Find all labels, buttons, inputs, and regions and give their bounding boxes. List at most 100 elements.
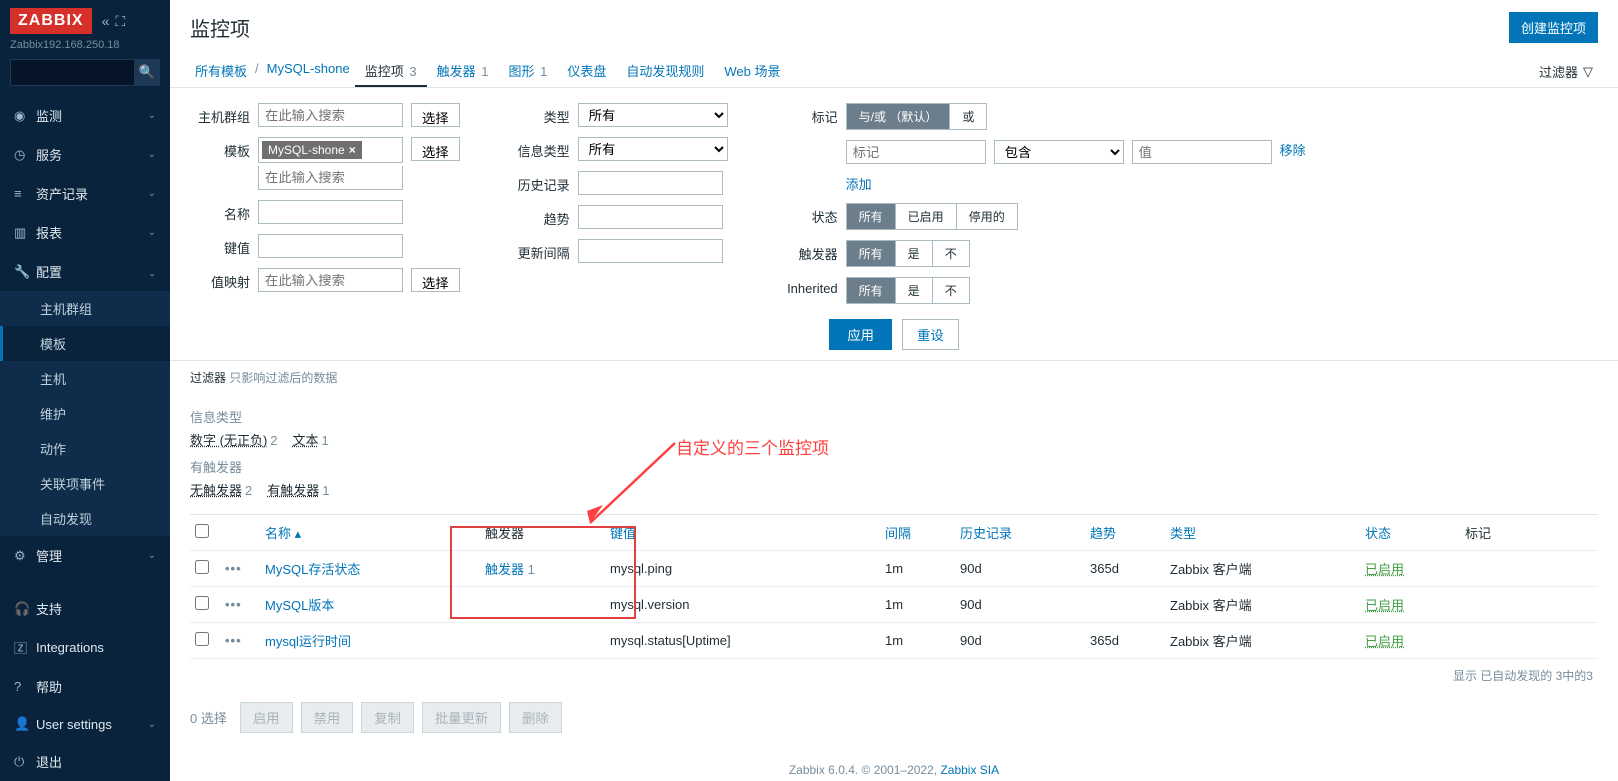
create-item-button[interactable]: 创建监控项 [1509,12,1598,43]
col-name[interactable]: 名称 ▴ [260,521,480,544]
nav-inventory[interactable]: ≡资产记录⌄ [0,174,170,213]
subfilter-infotype-title: 信息类型 [190,407,1598,426]
fullscreen-icon[interactable]: ⛶ [115,13,125,30]
subnav-actions[interactable]: 动作 [0,431,170,466]
breadcrumb-all-templates[interactable]: 所有模板 [190,56,252,87]
filter-type-select[interactable]: 所有 [578,103,728,127]
item-status[interactable]: 已启用 [1365,634,1404,649]
item-type: Zabbix 客户端 [1165,593,1360,616]
filter-history-input[interactable] [578,171,723,195]
select-template-button[interactable]: 选择 [411,137,460,161]
zabbix-footer: Zabbix 6.0.4. © 2001–2022, Zabbix SIA [170,743,1618,781]
filter-trends-input[interactable] [578,205,723,229]
subnav-hosts[interactable]: 主机 [0,361,170,396]
filter-toggle[interactable]: 过滤器 ▽ [1534,56,1598,87]
sf-has-trigger[interactable]: 有触发器 [267,483,319,498]
subnav-correlation[interactable]: 关联项事件 [0,466,170,501]
nav-admin[interactable]: ⚙管理⌄ [0,536,170,575]
filter-template-input[interactable] [258,166,403,190]
tab-discovery[interactable]: 自动发现规则 [616,56,714,87]
col-type[interactable]: 类型 [1165,521,1360,544]
bulk-copy-button[interactable]: 复制 [361,702,414,733]
state-segment[interactable]: 所有已启用停用的 [846,203,1018,230]
table-row: ••• mysql运行时间 mysql.status[Uptime] 1m 90… [190,623,1598,659]
item-history: 90d [955,631,1085,650]
col-trends[interactable]: 趋势 [1085,521,1165,544]
row-checkbox[interactable] [195,560,209,574]
select-valuemap-button[interactable]: 选择 [411,268,460,292]
reset-button[interactable]: 重设 [902,319,959,350]
breadcrumb-current[interactable]: MySQL-shone [262,56,355,87]
row-menu-icon[interactable]: ••• [225,597,242,612]
nav-support[interactable]: 🎧支持 [0,589,170,628]
filter-valuemap-input[interactable] [258,268,403,292]
select-hostgroup-button[interactable]: 选择 [411,103,460,127]
bulk-enable-button[interactable]: 启用 [240,702,293,733]
item-name-link[interactable]: MySQL版本 [265,598,334,613]
col-interval[interactable]: 间隔 [880,521,955,544]
tag-value-input[interactable] [1132,140,1272,164]
row-menu-icon[interactable]: ••• [225,633,242,648]
bulk-delete-button[interactable]: 删除 [509,702,562,733]
tab-dashboards[interactable]: 仪表盘 [557,56,616,87]
filter-name-input[interactable] [258,200,403,224]
item-status[interactable]: 已启用 [1365,562,1404,577]
apply-button[interactable]: 应用 [829,319,892,350]
filter-hostgroup-input[interactable] [258,103,403,127]
collapse-icon[interactable]: « [102,13,110,30]
item-trends [1085,603,1165,607]
filter-key-input[interactable] [258,234,403,258]
row-menu-icon[interactable]: ••• [225,561,242,576]
nav-help[interactable]: ?帮助 [0,667,170,706]
row-checkbox[interactable] [195,596,209,610]
bulk-massupdate-button[interactable]: 批量更新 [422,702,501,733]
tab-items[interactable]: 监控项 3 [355,56,427,87]
nav-service[interactable]: ◷服务⌄ [0,135,170,174]
col-status[interactable]: 状态 [1360,521,1460,544]
nav-tabs: 所有模板 / MySQL-shone 监控项 3 触发器 1 图形 1 仪表盘 … [170,51,1618,88]
filter-template-box[interactable]: MySQL-shone× [258,137,403,163]
item-name-link[interactable]: mysql运行时间 [265,634,351,649]
tab-triggers[interactable]: 触发器 1 [427,56,499,87]
inherited-segment[interactable]: 所有是不 [846,277,970,304]
tab-graphs[interactable]: 图形 1 [498,56,557,87]
zabbix-sia-link[interactable]: Zabbix SIA [940,763,999,777]
bulk-disable-button[interactable]: 禁用 [301,702,354,733]
nav-logout[interactable]: ⏻退出 [0,742,170,781]
tag-eval-segment[interactable]: 与/或 （默认）或 [846,103,988,130]
nav-config[interactable]: 🔧配置⌃ [0,252,170,291]
subnav-discovery[interactable]: 自动发现 [0,501,170,536]
subnav-maintenance[interactable]: 维护 [0,396,170,431]
item-type: Zabbix 客户端 [1165,557,1360,580]
tag-op-select[interactable]: 包含 [994,140,1124,164]
col-history[interactable]: 历史记录 [955,521,1085,544]
select-all-checkbox[interactable] [195,524,209,538]
tag-name-input[interactable] [846,140,986,164]
tag-add[interactable]: 添加 [846,174,872,193]
filter-interval-input[interactable] [578,239,723,263]
item-status[interactable]: 已启用 [1365,598,1404,613]
item-type: Zabbix 客户端 [1165,629,1360,652]
col-key[interactable]: 键值 [605,521,880,544]
item-trends: 365d [1085,631,1165,650]
tag-remove[interactable]: 移除 [1280,140,1306,159]
sf-no-trigger[interactable]: 无触发器 [190,483,242,498]
nav-report[interactable]: ▥报表⌄ [0,213,170,252]
triggers-segment[interactable]: 所有是不 [846,240,970,267]
nav-integrations[interactable]: 🅉Integrations [0,628,170,667]
nav-user-settings[interactable]: 👤User settings⌄ [0,706,170,742]
remove-tag-icon[interactable]: × [349,143,356,157]
item-interval: 1m [880,631,955,650]
search-icon[interactable]: 🔍 [134,59,160,85]
subnav-hostgroups[interactable]: 主机群组 [0,291,170,326]
row-checkbox[interactable] [195,632,209,646]
item-trigger-link[interactable]: 触发器 [485,562,524,577]
item-name-link[interactable]: MySQL存活状态 [265,562,360,577]
filter-infotype-select[interactable]: 所有 [578,137,728,161]
tab-web[interactable]: Web 场景 [714,56,790,87]
subnav-templates[interactable]: 模板 [0,326,170,361]
nav-monitor[interactable]: ◉监测⌄ [0,96,170,135]
sf-text[interactable]: 文本 [293,433,319,448]
sf-num-unsigned[interactable]: 数字 (无正负) [190,433,267,448]
item-trends: 365d [1085,559,1165,578]
